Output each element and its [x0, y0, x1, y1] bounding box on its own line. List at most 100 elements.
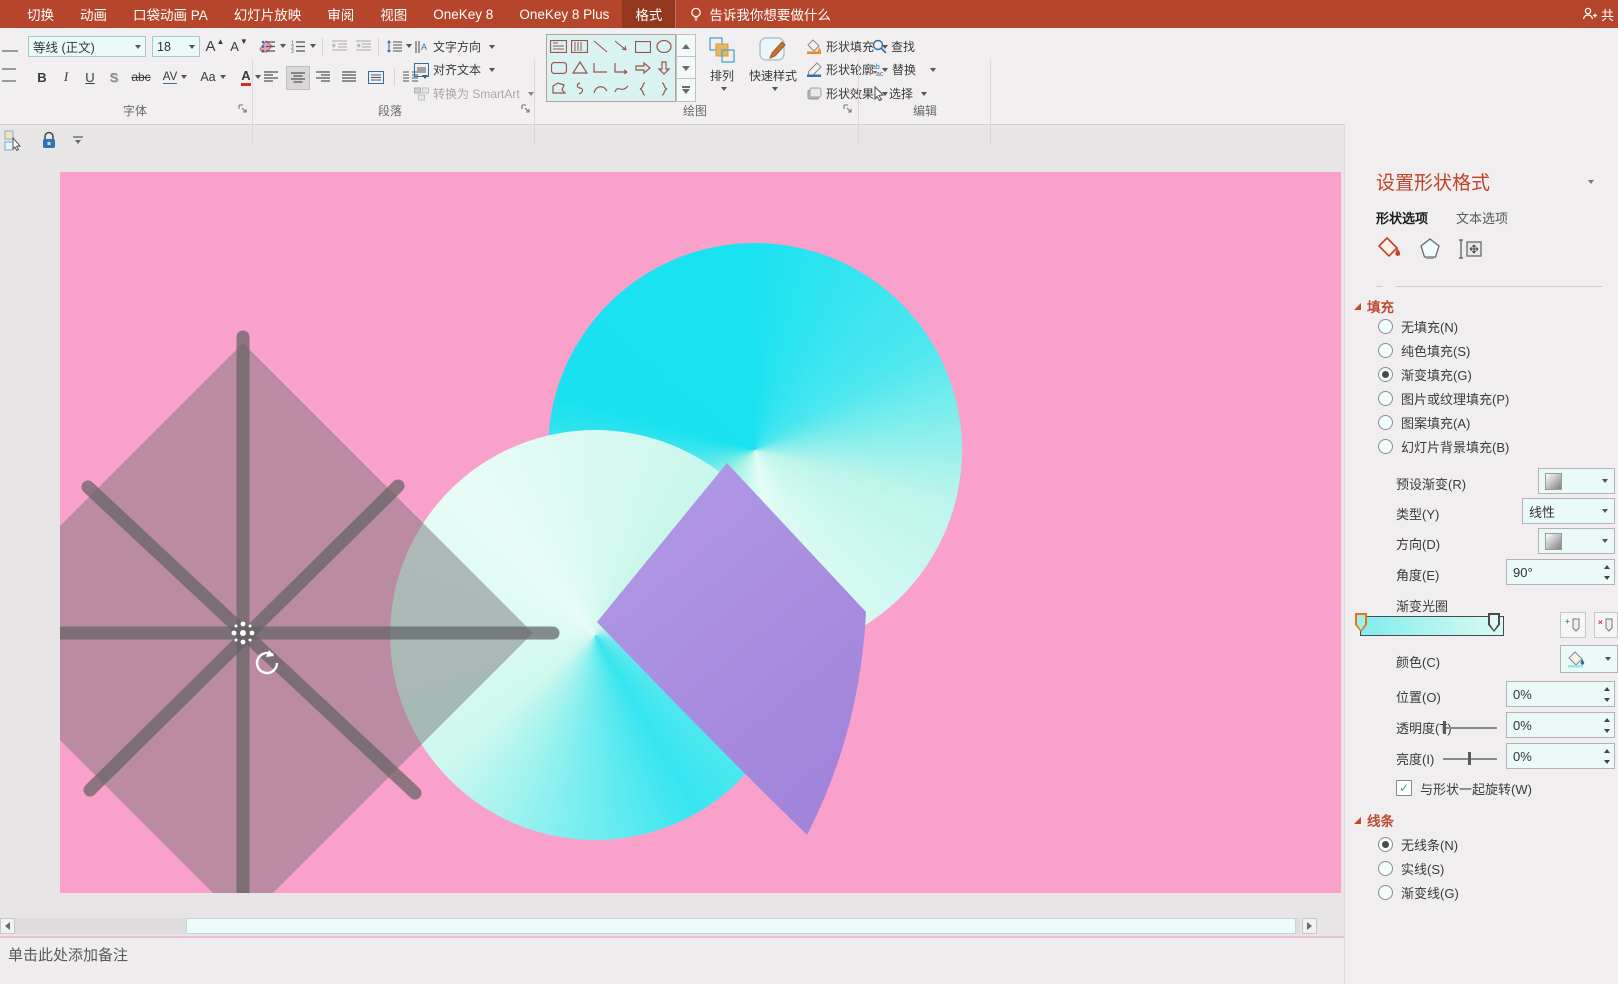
font-dialog-launcher[interactable]: [238, 104, 250, 116]
gradient-stops-bar[interactable]: [1360, 616, 1504, 636]
line-option-solid[interactable]: 实线(S): [1378, 856, 1459, 880]
add-gradient-stop-button[interactable]: +: [1560, 612, 1586, 638]
radio-icon[interactable]: [1378, 318, 1393, 334]
radio-icon[interactable]: [1378, 342, 1393, 358]
underline-button[interactable]: U: [80, 66, 100, 88]
tab-pocket-animation[interactable]: 口袋动画 PA: [120, 0, 221, 28]
right-brace-shape-icon[interactable]: [653, 78, 674, 99]
brightness-slider-handle[interactable]: [1468, 752, 1471, 765]
oval-shape-icon[interactable]: [653, 36, 674, 57]
lock-icon[interactable]: [40, 131, 58, 151]
triangle-shape-icon[interactable]: [569, 57, 590, 78]
numbering-button[interactable]: 123: [290, 36, 316, 56]
size-properties-icon[interactable]: [1458, 237, 1484, 261]
share-button[interactable]: 共: [1581, 0, 1616, 28]
align-left-button[interactable]: [260, 66, 282, 88]
hscroll-right-button[interactable]: [1302, 918, 1317, 934]
find-button[interactable]: 查找: [872, 38, 915, 55]
tab-slideshow[interactable]: 幻灯片放映: [221, 0, 315, 28]
distribute-text-button[interactable]: [364, 66, 388, 88]
textbox-shape-icon[interactable]: [548, 36, 569, 57]
tab-review[interactable]: 审阅: [314, 0, 367, 28]
tell-me-box[interactable]: 告诉我你想要做什么: [675, 0, 845, 28]
italic-button[interactable]: I: [56, 66, 76, 88]
panel-tab-shape-options[interactable]: 形状选项: [1376, 208, 1428, 227]
character-spacing-button[interactable]: AV: [158, 66, 192, 88]
font-size-combo[interactable]: 18: [152, 36, 200, 57]
effects-pentagon-icon[interactable]: [1418, 237, 1442, 261]
slide-canvas[interactable]: [60, 172, 1341, 893]
spinner[interactable]: [1600, 561, 1613, 583]
brightness-input[interactable]: 0%: [1506, 743, 1615, 769]
align-right-button[interactable]: [312, 66, 334, 88]
fill-option-gradient[interactable]: 渐变填充(G): [1378, 362, 1509, 386]
preset-gradient-dropdown[interactable]: [1538, 468, 1615, 494]
stop-position-input[interactable]: 0%: [1506, 681, 1615, 707]
arc-shape-icon[interactable]: [590, 78, 611, 99]
increase-font-size-button[interactable]: A ▲: [204, 34, 226, 58]
line-option-gradient[interactable]: 渐变线(G): [1378, 880, 1459, 904]
elbow-arrow-connector-shape-icon[interactable]: [611, 57, 632, 78]
checkbox-icon[interactable]: ✓: [1396, 780, 1412, 796]
bullets-button[interactable]: [260, 36, 286, 56]
rotate-with-shape-checkbox[interactable]: ✓ 与形状一起旋转(W): [1396, 776, 1532, 800]
fill-bucket-icon[interactable]: [1376, 236, 1402, 262]
tab-animations[interactable]: 动画: [67, 0, 120, 28]
hscroll-thumb[interactable]: [186, 918, 1296, 934]
strikethrough-button[interactable]: abc: [128, 66, 154, 88]
arrow-shape-icon[interactable]: [611, 36, 632, 57]
transparency-slider-handle[interactable]: [1443, 721, 1446, 734]
shape-gallery[interactable]: [546, 34, 676, 102]
rounded-rectangle-shape-icon[interactable]: [548, 57, 569, 78]
decrease-font-size-button[interactable]: A ▼: [228, 34, 250, 58]
align-center-button[interactable]: [286, 66, 310, 90]
tab-onekey8[interactable]: OneKey 8: [420, 0, 506, 28]
left-brace-shape-icon[interactable]: [632, 78, 653, 99]
fill-option-picture[interactable]: 图片或纹理填充(P): [1378, 386, 1509, 410]
align-text-button[interactable]: 对齐文本: [414, 61, 496, 78]
fill-option-solid[interactable]: 纯色填充(S): [1378, 338, 1509, 362]
spinner[interactable]: [1600, 683, 1613, 705]
tab-format[interactable]: 格式: [622, 0, 676, 28]
select-button[interactable]: 选择: [872, 85, 928, 102]
text-shadow-button[interactable]: S: [104, 66, 124, 88]
radio-icon[interactable]: [1378, 884, 1393, 900]
notes-area[interactable]: 单击此处添加备注: [0, 938, 1345, 984]
radio-icon[interactable]: [1378, 390, 1393, 406]
freeform-shape-icon[interactable]: [548, 78, 569, 99]
decrease-indent-button[interactable]: [328, 36, 350, 56]
radio-icon[interactable]: [1378, 438, 1393, 454]
spinner[interactable]: [1600, 714, 1613, 736]
justify-button[interactable]: [338, 66, 360, 88]
remove-gradient-stop-button[interactable]: ×: [1594, 612, 1618, 638]
replace-button[interactable]: ab ac 替换: [872, 61, 937, 78]
fill-option-pattern[interactable]: 图案填充(A): [1378, 410, 1509, 434]
hscroll-left-button[interactable]: [0, 918, 15, 934]
gradient-color-dropdown[interactable]: [1560, 645, 1618, 673]
line-section-header[interactable]: 线条: [1354, 810, 1394, 830]
fill-section-header[interactable]: 填充: [1354, 296, 1394, 316]
down-arrow-shape-icon[interactable]: [653, 57, 674, 78]
radio-icon[interactable]: [1378, 366, 1393, 382]
scribble-shape-icon[interactable]: [569, 78, 590, 99]
tab-onekey8plus[interactable]: OneKey 8 Plus: [506, 0, 622, 28]
tab-transitions[interactable]: 切换: [14, 0, 67, 28]
select-objects-icon[interactable]: [4, 130, 26, 152]
gallery-scroll-up-button[interactable]: [676, 34, 696, 58]
right-arrow-shape-icon[interactable]: [632, 57, 653, 78]
increase-indent-button[interactable]: [352, 36, 374, 56]
paragraph-dialog-launcher[interactable]: [521, 104, 533, 116]
radio-icon[interactable]: [1378, 414, 1393, 430]
gradient-type-dropdown[interactable]: 线性: [1522, 498, 1615, 524]
curve-shape-icon[interactable]: [611, 78, 632, 99]
font-name-combo[interactable]: 等线 (正文): [28, 36, 146, 57]
radio-icon[interactable]: [1378, 836, 1393, 852]
gradient-angle-input[interactable]: 90°: [1506, 559, 1615, 585]
elbow-connector-shape-icon[interactable]: [590, 57, 611, 78]
fill-option-none[interactable]: 无填充(N): [1378, 314, 1509, 338]
line-shape-icon[interactable]: [590, 36, 611, 57]
purple-wedge-shape[interactable]: [597, 463, 866, 835]
notes-placeholder[interactable]: 单击此处添加备注: [0, 938, 1345, 965]
bold-button[interactable]: B: [32, 66, 52, 88]
gradient-direction-dropdown[interactable]: [1538, 528, 1615, 554]
